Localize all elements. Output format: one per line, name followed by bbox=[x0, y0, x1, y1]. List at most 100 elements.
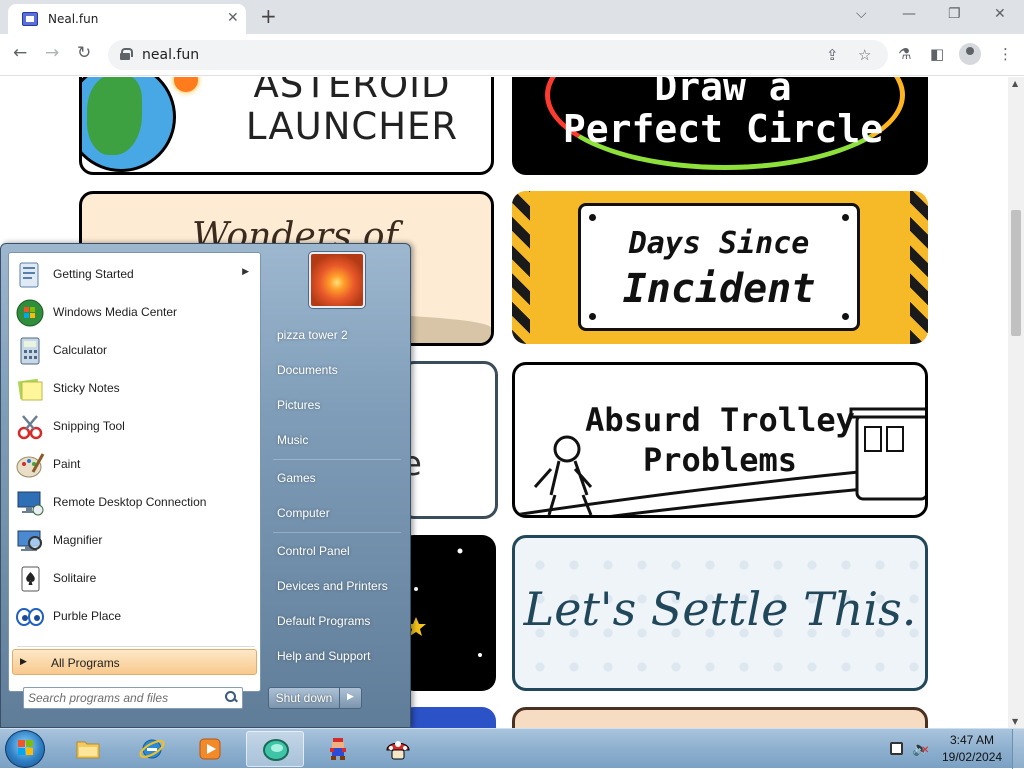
taskbar: 🔈 ✕ 3:47 AM 19/02/2024 bbox=[0, 728, 1024, 769]
programs-pane: Getting Started ▶ Windows Media Center C… bbox=[8, 252, 261, 692]
card-title: Let's Settle This. bbox=[523, 582, 917, 636]
media-player-icon bbox=[199, 738, 221, 760]
favicon-icon bbox=[22, 12, 38, 26]
place-label: Default Programs bbox=[277, 614, 371, 628]
program-windows-media-center[interactable]: Windows Media Center bbox=[13, 295, 257, 331]
taskbar-browser[interactable] bbox=[246, 731, 304, 767]
tab-neal-fun[interactable]: Neal.fun ✕ bbox=[8, 4, 246, 34]
program-magnifier[interactable]: Magnifier bbox=[13, 523, 257, 559]
clock-time[interactable]: 3:47 AM bbox=[942, 733, 1002, 747]
program-purble-place[interactable]: Purble Place bbox=[13, 599, 257, 635]
user-avatar[interactable] bbox=[309, 252, 365, 308]
place-computer[interactable]: Computer bbox=[268, 498, 405, 528]
taskbar-mushroom[interactable] bbox=[372, 731, 424, 767]
purble-place-icon bbox=[16, 608, 44, 626]
minimize-button[interactable]: — bbox=[902, 6, 916, 22]
action-center-icon[interactable] bbox=[890, 742, 903, 755]
card-title: ASTEROID LAUNCHER bbox=[242, 77, 462, 148]
place-label: Music bbox=[277, 433, 309, 447]
program-label: Solitaire bbox=[53, 571, 97, 585]
card-blue[interactable] bbox=[400, 707, 496, 728]
card-title-line2: LAUNCHER bbox=[245, 105, 459, 148]
lock-icon[interactable] bbox=[120, 48, 133, 60]
start-button[interactable] bbox=[5, 730, 45, 768]
card-absurd-trolley-problems[interactable]: Absurd Trolley Problems bbox=[512, 362, 928, 518]
program-getting-started[interactable]: Getting Started ▶ bbox=[13, 257, 257, 293]
card-title-line1: Absurd Trolley bbox=[585, 401, 855, 439]
place-help-and-support[interactable]: Help and Support bbox=[268, 641, 405, 671]
url-text[interactable]: neal.fun bbox=[142, 47, 199, 63]
card-title-line1: Days Since bbox=[628, 226, 810, 261]
program-label: Windows Media Center bbox=[53, 305, 178, 319]
bolt-icon bbox=[589, 313, 596, 320]
forward-button[interactable]: → bbox=[45, 43, 59, 63]
scroll-thumb[interactable] bbox=[1011, 210, 1021, 336]
scroll-down-icon[interactable]: ▼ bbox=[1012, 717, 1018, 726]
folder-icon bbox=[76, 741, 100, 759]
restore-button[interactable]: ❐ bbox=[948, 6, 961, 22]
shutdown-button[interactable]: Shut down bbox=[268, 687, 340, 709]
all-programs-button[interactable]: ▶ All Programs bbox=[12, 649, 257, 675]
program-snipping-tool[interactable]: Snipping Tool bbox=[13, 409, 257, 445]
card-partial[interactable]: e bbox=[400, 361, 498, 519]
card-lets-settle-this[interactable]: Let's Settle This. bbox=[512, 535, 928, 691]
taskbar-mario[interactable] bbox=[312, 731, 364, 767]
mario-icon bbox=[330, 738, 346, 760]
place-control-panel[interactable]: Control Panel bbox=[268, 536, 405, 566]
tab-search-button[interactable]: ⌵ bbox=[856, 6, 867, 22]
browser-icon bbox=[263, 739, 289, 761]
close-window-button[interactable]: ✕ bbox=[994, 6, 1006, 22]
card-days-since-incident[interactable]: Days Since Incident bbox=[512, 191, 928, 344]
card-title-line1: Draw a bbox=[654, 77, 792, 109]
place-default-programs[interactable]: Default Programs bbox=[268, 606, 405, 636]
search-input[interactable] bbox=[28, 690, 218, 706]
place-games[interactable]: Games bbox=[268, 463, 405, 493]
shutdown-options-button[interactable]: ▶ bbox=[340, 687, 362, 709]
side-panel-icon[interactable]: ◧ bbox=[930, 45, 944, 63]
back-button[interactable]: ← bbox=[13, 43, 27, 63]
card-space[interactable] bbox=[400, 535, 496, 691]
profile-icon[interactable] bbox=[959, 43, 981, 65]
stars-illustration bbox=[406, 548, 482, 657]
taskbar-explorer[interactable] bbox=[62, 731, 114, 767]
page-scrollbar[interactable]: ▲ ▼ bbox=[1008, 77, 1024, 728]
card-title: Draw a Perfect Circle bbox=[535, 77, 911, 150]
share-icon[interactable]: ⇪ bbox=[826, 46, 839, 64]
clock-date[interactable]: 19/02/2024 bbox=[942, 750, 1002, 764]
start-search-box[interactable] bbox=[23, 687, 243, 709]
program-label: Paint bbox=[53, 457, 81, 471]
start-menu: Getting Started ▶ Windows Media Center C… bbox=[0, 243, 411, 728]
address-bar[interactable]: neal.fun ⇪ ☆ bbox=[108, 40, 888, 70]
divider bbox=[273, 459, 401, 460]
reload-button[interactable]: ↻ bbox=[77, 43, 91, 63]
program-paint[interactable]: Paint bbox=[13, 447, 257, 483]
kebab-menu-icon[interactable]: ⋮ bbox=[998, 45, 1013, 63]
hazard-stripe bbox=[910, 191, 928, 344]
card-peach[interactable] bbox=[512, 707, 928, 728]
search-icon[interactable] bbox=[225, 691, 237, 703]
card-perfect-circle[interactable]: Draw a Perfect Circle bbox=[512, 77, 928, 175]
puzzle-icon[interactable]: ⚗ bbox=[898, 45, 911, 63]
close-tab-icon[interactable]: ✕ bbox=[227, 10, 239, 26]
program-solitaire[interactable]: Solitaire bbox=[13, 561, 257, 597]
divider bbox=[17, 646, 255, 647]
program-sticky-notes[interactable]: Sticky Notes bbox=[13, 371, 257, 407]
submenu-arrow-icon[interactable]: ▶ bbox=[242, 267, 249, 277]
card-asteroid-launcher[interactable]: ASTEROID LAUNCHER bbox=[79, 77, 494, 175]
divider bbox=[273, 532, 401, 533]
taskbar-media-player[interactable] bbox=[184, 731, 236, 767]
place-music[interactable]: Music bbox=[268, 425, 405, 455]
star-icon[interactable]: ☆ bbox=[858, 46, 871, 64]
program-calculator[interactable]: Calculator bbox=[13, 333, 257, 369]
scroll-up-icon[interactable]: ▲ bbox=[1012, 79, 1018, 88]
program-label: Calculator bbox=[53, 343, 108, 357]
show-desktop-button[interactable] bbox=[1012, 729, 1024, 769]
taskbar-internet-explorer[interactable] bbox=[126, 731, 178, 767]
new-tab-button[interactable]: + bbox=[260, 6, 277, 26]
place-pizza-tower-2[interactable]: pizza tower 2 bbox=[268, 320, 405, 350]
paint-icon bbox=[16, 453, 45, 478]
place-devices-and-printers[interactable]: Devices and Printers bbox=[268, 571, 405, 601]
place-pictures[interactable]: Pictures bbox=[268, 390, 405, 420]
program-remote-desktop-connection[interactable]: Remote Desktop Connection bbox=[13, 485, 257, 521]
place-documents[interactable]: Documents bbox=[268, 355, 405, 385]
